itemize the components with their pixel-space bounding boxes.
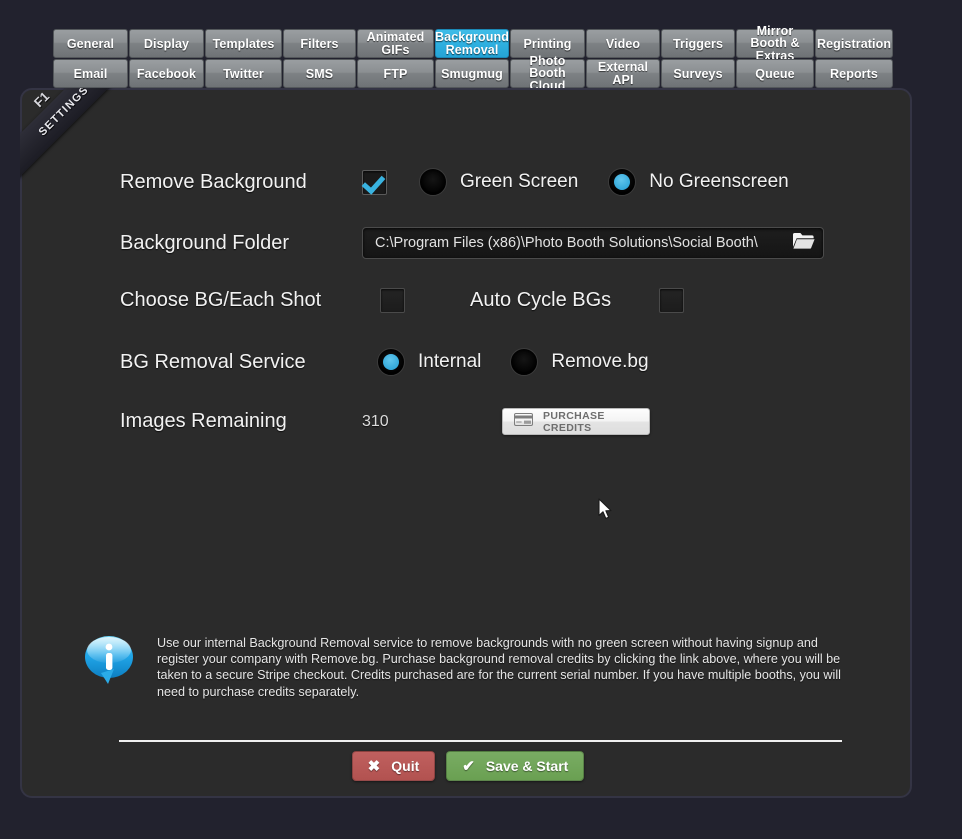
tab-label: Smugmug <box>441 66 503 81</box>
service-removebg-label: Remove.bg <box>551 351 649 372</box>
check-icon: ✔ <box>462 758 475 775</box>
tab-label: Templates <box>212 36 275 51</box>
tab-label: Photo Booth Cloud <box>529 53 566 93</box>
row-images-remaining: Images Remaining 310 PURCHASE CREDITS <box>120 408 650 435</box>
footer-button-bar: ✖ Quit ✔ Save & Start <box>22 751 910 781</box>
close-icon: ✖ <box>367 758 381 775</box>
quit-button-label: Quit <box>391 758 420 774</box>
tab-ftp[interactable]: FTP <box>357 59 434 88</box>
service-internal-label: Internal <box>418 351 482 372</box>
tab-general[interactable]: General <box>53 29 128 58</box>
tab-templates[interactable]: Templates <box>205 29 282 58</box>
tab-background-removal[interactable]: Background Removal <box>435 29 509 58</box>
tab-queue[interactable]: Queue <box>736 59 814 88</box>
green-screen-label: Green Screen <box>460 171 579 192</box>
tab-label: Video <box>605 36 641 51</box>
tab-mirror-booth-extras[interactable]: Mirror Booth & Extras <box>736 25 814 62</box>
tab-surveys[interactable]: Surveys <box>661 59 735 88</box>
tab-label: Filters <box>300 36 339 51</box>
info-bubble-icon <box>84 635 136 690</box>
service-internal-radio[interactable] <box>377 348 405 376</box>
mouse-cursor <box>598 498 614 526</box>
tab-triggers[interactable]: Triggers <box>661 29 735 58</box>
images-remaining-label: Images Remaining <box>120 410 287 432</box>
no-greenscreen-radio[interactable] <box>608 168 637 196</box>
auto-cycle-bgs-checkbox[interactable] <box>659 288 685 313</box>
tab-label: Facebook <box>136 66 197 81</box>
bg-removal-service-label: BG Removal Service <box>120 350 306 373</box>
images-remaining-value: 310 <box>362 412 389 430</box>
tab-label: Queue <box>755 66 795 81</box>
settings-panel: Remove Background Green Screen No Greens… <box>20 88 912 798</box>
tab-filters[interactable]: Filters <box>283 29 356 58</box>
footer-divider <box>119 740 842 742</box>
tab-facebook[interactable]: Facebook <box>129 59 204 88</box>
tab-label: Animated GIFs <box>366 30 425 57</box>
info-note: Use our internal Background Removal serv… <box>84 635 864 700</box>
remove-background-label: Remove Background <box>120 170 307 193</box>
choose-bg-each-shot-label: Choose BG/Each Shot <box>120 289 322 311</box>
no-greenscreen-label: No Greenscreen <box>649 171 789 192</box>
tab-label: Reports <box>830 66 878 81</box>
tab-label: Background Removal <box>435 30 509 57</box>
tab-row-primary: General Display Templates Filters Animated G… <box>53 25 893 62</box>
save-button-label: Save & Start <box>485 758 569 774</box>
row-remove-background: Remove Background Green Screen No Greens… <box>120 168 789 196</box>
service-removebg-radio[interactable] <box>510 348 539 376</box>
settings-tab-bar: General Display Templates Filters Animated G… <box>53 25 893 92</box>
tab-twitter[interactable]: Twitter <box>205 59 282 88</box>
row-background-folder: Background Folder C:\Program Files (x86)… <box>120 227 824 259</box>
tab-label: Surveys <box>673 66 723 81</box>
tab-row-secondary: Email Facebook Twitter SMS FTP Smugmug Photo B… <box>53 55 893 92</box>
credit-card-icon <box>514 412 533 431</box>
remove-background-checkbox[interactable] <box>362 169 387 195</box>
tab-label: Display <box>143 36 190 51</box>
tab-animated-gifs[interactable]: Animated GIFs <box>357 29 434 58</box>
tab-label: SMS <box>305 66 334 81</box>
tab-label: Twitter <box>223 66 264 81</box>
tab-label: External API <box>597 60 649 87</box>
tab-photo-booth-cloud[interactable]: Photo Booth Cloud <box>510 55 585 92</box>
tab-label: Email <box>73 66 108 81</box>
tab-label: Printing <box>523 36 572 51</box>
tab-label: Triggers <box>672 36 724 51</box>
auto-cycle-bgs-label: Auto Cycle BGs <box>470 289 612 311</box>
background-folder-value: C:\Program Files (x86)\Photo Booth Solut… <box>375 235 758 251</box>
tab-label: Registration <box>816 36 892 51</box>
tab-reports[interactable]: Reports <box>815 59 893 88</box>
info-note-text: Use our internal Background Removal serv… <box>157 636 841 699</box>
folder-icon[interactable] <box>792 231 815 255</box>
tab-video[interactable]: Video <box>586 29 660 58</box>
tab-sms[interactable]: SMS <box>283 59 356 88</box>
tab-display[interactable]: Display <box>129 29 204 58</box>
app-window: General Display Templates Filters Animated G… <box>0 0 962 839</box>
tab-label: General <box>66 36 115 51</box>
tab-smugmug[interactable]: Smugmug <box>435 59 509 88</box>
purchase-credits-button[interactable]: PURCHASE CREDITS <box>502 408 650 435</box>
purchase-credits-label: PURCHASE CREDITS <box>543 409 605 434</box>
quit-button[interactable]: ✖ Quit <box>351 751 436 781</box>
row-bg-removal-service: BG Removal Service Internal Remove.bg <box>120 348 649 376</box>
save-and-start-button[interactable]: ✔ Save & Start <box>446 751 585 781</box>
green-screen-radio[interactable] <box>419 168 447 196</box>
row-choose-bg-each-shot: Choose BG/Each Shot Auto Cycle BGs <box>120 288 685 313</box>
choose-bg-each-shot-checkbox[interactable] <box>380 288 405 313</box>
tab-registration[interactable]: Registration <box>815 29 893 58</box>
tab-label: FTP <box>383 66 408 81</box>
background-folder-label: Background Folder <box>120 231 289 254</box>
tab-email[interactable]: Email <box>53 59 128 88</box>
background-folder-input[interactable]: C:\Program Files (x86)\Photo Booth Solut… <box>362 227 824 259</box>
tab-label: Mirror Booth & Extras <box>750 23 800 63</box>
tab-external-api[interactable]: External API <box>586 59 660 88</box>
